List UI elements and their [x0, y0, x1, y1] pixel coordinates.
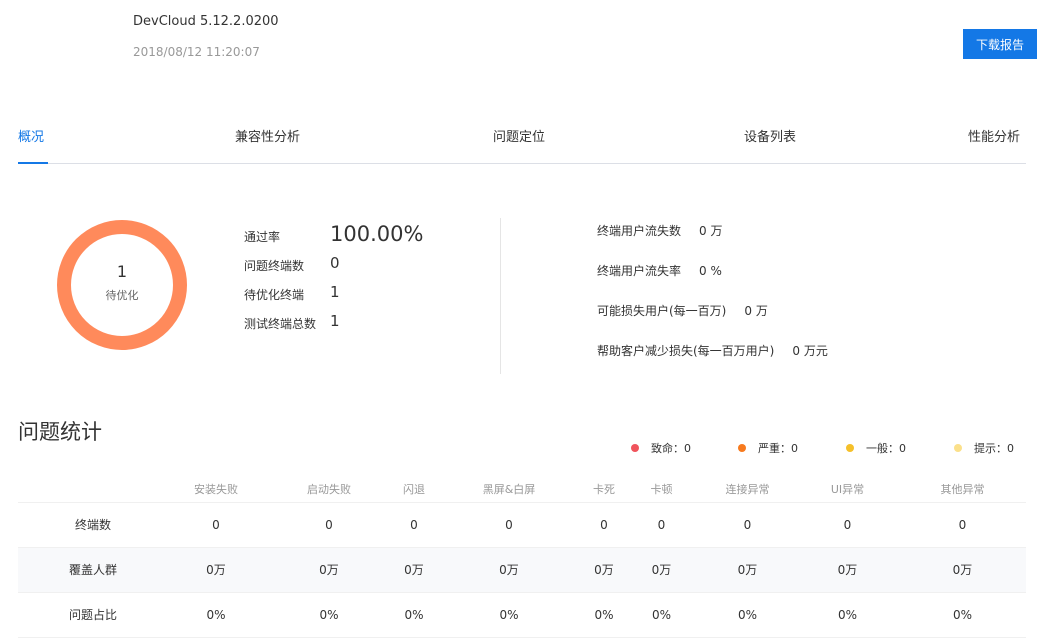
tab-bar: 概况 兼容性分析 问题定位 设备列表 性能分析 [18, 106, 1026, 164]
table-cell: 0% [434, 592, 584, 638]
table-cell: 0万 [394, 547, 434, 593]
column-header: 卡死 [584, 476, 624, 503]
table-cell: 0% [699, 592, 796, 638]
column-header: 黑屏&白屏 [434, 476, 584, 503]
table-cell: 0万 [624, 547, 699, 593]
tab-compatibility[interactable]: 兼容性分析 [235, 126, 300, 145]
table-cell: 0万 [264, 547, 394, 593]
reduced-loss: 帮助客户减少损失(每一百万用户) 0 万元 [597, 342, 828, 359]
table-cell: 0% [394, 592, 434, 638]
user-loss-count-label: 终端用户流失数 [597, 224, 682, 238]
user-loss-count: 终端用户流失数 0 万 [597, 222, 722, 239]
table-cell: 0 [168, 502, 264, 548]
column-header [18, 476, 168, 503]
legend-hint: 提示：0 [954, 440, 1014, 456]
tab-issue-location[interactable]: 问题定位 [493, 126, 545, 145]
row-label: 覆盖人群 [18, 547, 168, 593]
user-loss-rate-value: 0 % [699, 264, 722, 278]
donut-value: 1 [116, 262, 128, 281]
table-cell: 0 [796, 502, 899, 548]
possible-lost-users-label: 可能损失用户(每一百万) [597, 304, 727, 318]
reduced-loss-value: 0 万元 [792, 344, 828, 358]
table-header-row: 安装失败 启动失败 闪退 黑屏&白屏 卡死 卡顿 连接异常 UI异常 其他异常 [18, 476, 1026, 503]
legend-severe: 严重：0 [738, 440, 798, 456]
tab-overview[interactable]: 概况 [18, 126, 44, 145]
problem-terminals-value: 0 [330, 254, 340, 272]
table-cell: 0% [168, 592, 264, 638]
row-label: 终端数 [18, 502, 168, 548]
table-cell: 0 [624, 502, 699, 548]
table-cell: 0万 [796, 547, 899, 593]
legend-general: 一般：0 [846, 440, 906, 456]
column-header: UI异常 [796, 476, 899, 503]
fatal-dot-icon [631, 444, 639, 452]
hint-dot-icon [954, 444, 962, 452]
total-terminals-value: 1 [330, 312, 340, 330]
download-report-button[interactable]: 下载报告 [963, 29, 1037, 59]
column-header: 闪退 [394, 476, 434, 503]
severe-dot-icon [738, 444, 746, 452]
reduced-loss-label: 帮助客户减少损失(每一百万用户) [597, 344, 775, 358]
table-cell: 0万 [434, 547, 584, 593]
table-cell: 0 [434, 502, 584, 548]
table-cell: 0 [394, 502, 434, 548]
possible-lost-users-value: 0 万 [744, 304, 768, 318]
legend-fatal-label: 致命：0 [651, 442, 691, 455]
table-cell: 0 [264, 502, 394, 548]
table-cell: 0万 [699, 547, 796, 593]
pending-terminals-value: 1 [330, 283, 340, 301]
legend-hint-label: 提示：0 [974, 442, 1014, 455]
report-timestamp: 2018/08/12 11:20:07 [133, 45, 260, 59]
total-terminals-label: 测试终端总数 [244, 317, 317, 331]
table-cell: 0% [624, 592, 699, 638]
active-tab-indicator [18, 162, 48, 164]
table-row: 问题占比 0% 0% 0% 0% 0% 0% 0% 0% 0% [18, 592, 1026, 638]
table-cell: 0% [584, 592, 624, 638]
table-cell: 0万 [168, 547, 264, 593]
pass-rate-value: 100.00% [330, 222, 424, 246]
tab-performance[interactable]: 性能分析 [968, 126, 1020, 145]
table-cell: 0万 [584, 547, 624, 593]
table-row: 覆盖人群 0万 0万 0万 0万 0万 0万 0万 0万 0万 [18, 547, 1026, 593]
legend-fatal: 致命：0 [631, 440, 691, 456]
column-header: 其他异常 [899, 476, 1026, 503]
issue-stats-title: 问题统计 [18, 420, 102, 444]
table-cell: 0 [899, 502, 1026, 548]
issue-stats-table: 安装失败 启动失败 闪退 黑屏&白屏 卡死 卡顿 连接异常 UI异常 其他异常 … [18, 476, 1026, 638]
row-label: 问题占比 [18, 592, 168, 638]
legend-general-label: 一般：0 [866, 442, 906, 455]
table-row: 终端数 0 0 0 0 0 0 0 0 0 [18, 502, 1026, 548]
user-loss-rate: 终端用户流失率 0 % [597, 262, 722, 279]
table-cell: 0% [264, 592, 394, 638]
problem-terminals-label: 问题终端数 [244, 259, 305, 273]
donut-label: 待优化 [105, 289, 139, 302]
overview-divider [500, 218, 501, 374]
table-cell: 0万 [899, 547, 1026, 593]
table-cell: 0 [584, 502, 624, 548]
pass-rate-label: 通过率 [244, 230, 281, 244]
tab-device-list[interactable]: 设备列表 [744, 126, 796, 145]
possible-lost-users: 可能损失用户(每一百万) 0 万 [597, 302, 768, 319]
table-cell: 0 [699, 502, 796, 548]
column-header: 连接异常 [699, 476, 796, 503]
optimization-donut-chart [57, 220, 187, 350]
legend-severe-label: 严重：0 [758, 442, 798, 455]
table-cell: 0% [796, 592, 899, 638]
column-header: 启动失败 [264, 476, 394, 503]
column-header: 卡顿 [624, 476, 699, 503]
user-loss-count-value: 0 万 [699, 224, 723, 238]
table-cell: 0% [899, 592, 1026, 638]
donut-ring [57, 220, 187, 350]
user-loss-rate-label: 终端用户流失率 [597, 264, 682, 278]
app-version-title: DevCloud 5.12.2.0200 [133, 14, 279, 29]
column-header: 安装失败 [168, 476, 264, 503]
pending-terminals-label: 待优化终端 [244, 288, 305, 302]
general-dot-icon [846, 444, 854, 452]
